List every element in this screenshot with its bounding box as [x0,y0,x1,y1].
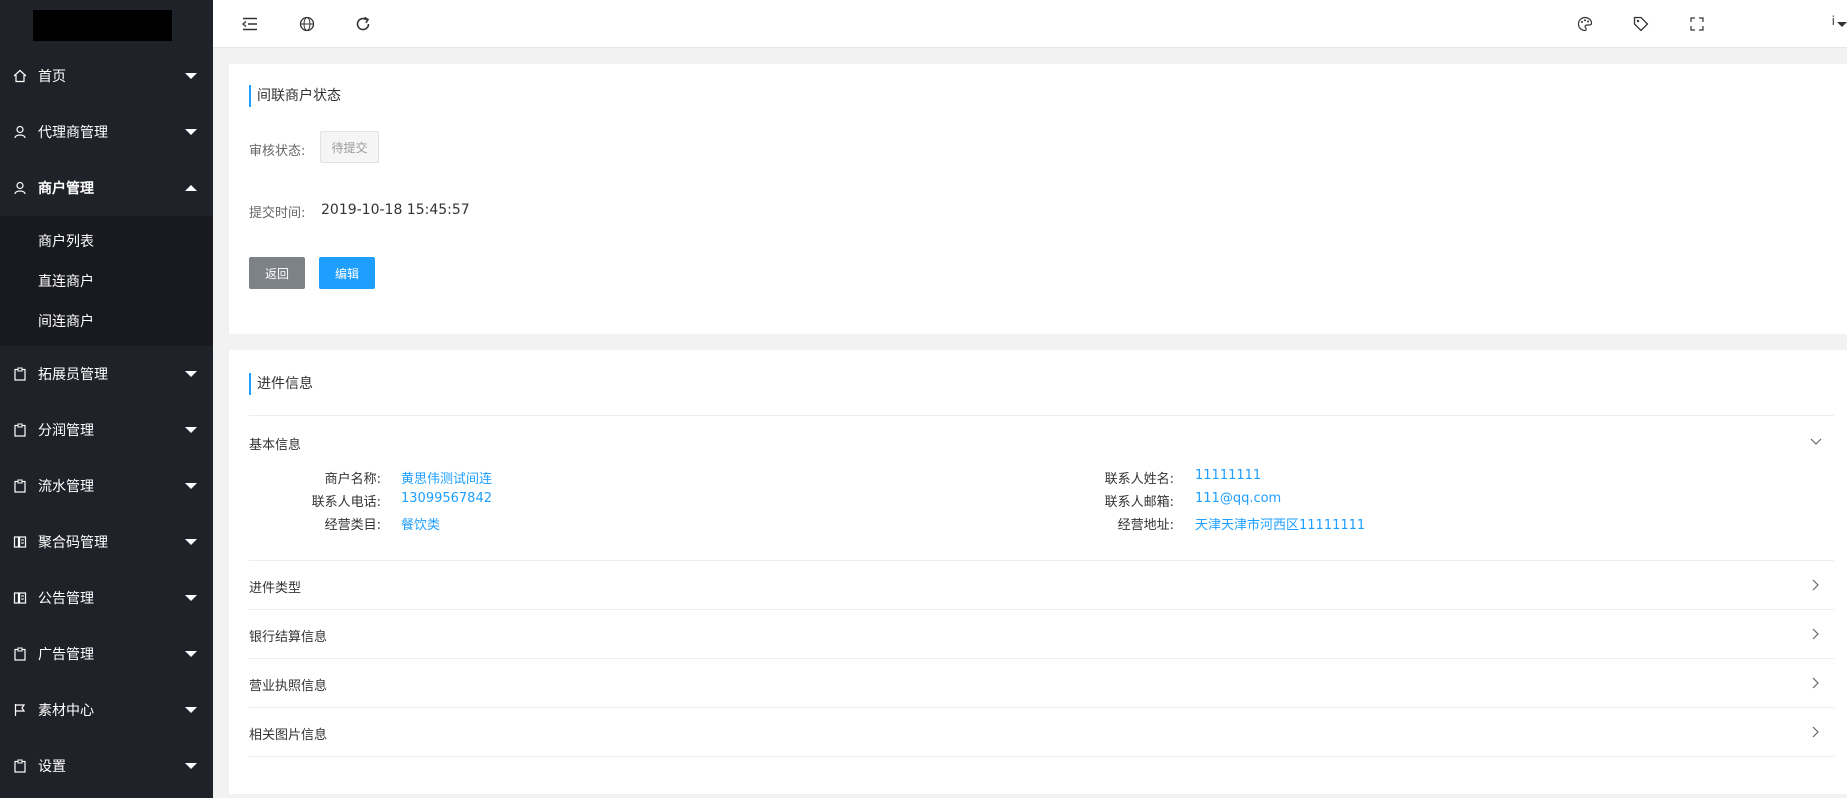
chevron-right-icon [1810,579,1822,591]
sidebar-item-announcement[interactable]: 公告管理 [0,570,213,626]
info-card-title: 进件信息 [249,373,313,395]
chevron-right-icon [1810,677,1822,689]
clipboard-icon [13,367,27,381]
user-icon [13,181,27,195]
submit-time-label: 提交时间: [249,206,306,221]
bank-settlement-section[interactable]: 银行结算信息 [249,609,1834,658]
refresh-icon[interactable] [351,12,375,36]
caret-down-icon [185,763,197,769]
business-category-value: 餐饮类 [401,518,441,533]
contact-email-value: 111@qq.com [1195,491,1282,506]
submenu-item-direct-merchant[interactable]: 直连商户 [0,261,213,301]
caret-down-icon [185,427,197,433]
caret-down-icon [185,595,197,601]
tag-icon[interactable] [1629,12,1653,36]
status-card-title: 间联商户状态 [249,85,341,107]
sidebar-item-agent[interactable]: 代理商管理 [0,104,213,160]
sidebar-item-label: 代理商管理 [38,125,108,141]
related-images-section[interactable]: 相关图片信息 [249,707,1834,757]
logo [33,10,172,41]
menu-collapse-icon[interactable] [238,12,262,36]
caret-up-icon [185,185,197,191]
caret-down-icon [185,371,197,377]
clipboard-icon [13,479,27,493]
section-title: 相关图片信息 [249,728,328,743]
sidebar-item-aggregate-code[interactable]: 聚合码管理 [0,514,213,570]
sidebar-item-settings[interactable]: 设置 [0,738,213,794]
user-icon [13,125,27,139]
sidebar: 首页 代理商管理 商户管理 商户列表 直连商户 间连商户 拓展员管理 分润管理 [0,0,213,798]
sidebar-item-label: 分润管理 [38,423,94,439]
caret-down-icon [185,539,197,545]
user-menu[interactable]: i [1717,8,1847,40]
submenu-label: 商户列表 [38,234,94,250]
chevron-down-icon [1810,436,1822,448]
clipboard-icon [13,647,27,661]
sidebar-item-label: 设置 [38,759,66,775]
business-license-section[interactable]: 营业执照信息 [249,658,1834,707]
sidebar-item-ads[interactable]: 广告管理 [0,626,213,682]
business-address-label: 经营地址: [1117,518,1174,533]
basic-info-section[interactable]: 基本信息 [249,415,1834,560]
audit-status-label: 审核状态: [249,144,306,159]
section-title: 营业执照信息 [249,679,328,694]
sidebar-item-label: 聚合码管理 [38,535,108,551]
sidebar-item-label: 公告管理 [38,591,94,607]
sidebar-item-flow[interactable]: 流水管理 [0,458,213,514]
sidebar-item-label: 首页 [38,69,66,85]
caret-down-icon [185,651,197,657]
flag-icon [13,703,27,717]
sidebar-item-label: 商户管理 [38,181,94,197]
merchant-name-value: 黄思伟测试间连 [401,472,493,487]
theme-palette-icon[interactable] [1573,12,1597,36]
back-button[interactable]: 返回 [249,257,305,289]
home-icon [13,69,27,83]
onboarding-type-section[interactable]: 进件类型 [249,560,1834,609]
sidebar-item-home[interactable]: 首页 [0,48,213,104]
business-address-value: 天津天津市河西区11111111 [1195,518,1366,533]
basic-info-title: 基本信息 [249,438,302,453]
sidebar-item-material[interactable]: 素材中心 [0,682,213,738]
chevron-right-icon [1810,726,1822,738]
status-card [229,64,1847,334]
book-icon [13,591,27,605]
submenu-item-merchant-list[interactable]: 商户列表 [0,221,213,261]
username-text: i [1831,14,1835,28]
sidebar-item-label: 流水管理 [38,479,94,495]
section-title: 银行结算信息 [249,630,328,645]
submit-time-value: 2019-10-18 15:45:57 [321,202,470,218]
chevron-right-icon [1810,628,1822,640]
contact-name-label: 联系人姓名: [1104,472,1174,487]
caret-down-icon [185,707,197,713]
submenu-label: 间连商户 [38,314,94,330]
merchant-submenu: 商户列表 直连商户 间连商户 [0,216,213,346]
clipboard-icon [13,759,27,773]
edit-button[interactable]: 编辑 [319,257,375,289]
caret-down-icon [1837,22,1847,27]
section-title: 进件类型 [249,581,302,596]
book-icon [13,535,27,549]
website-icon[interactable] [295,12,319,36]
sidebar-item-label: 拓展员管理 [38,367,108,383]
sidebar-item-profit[interactable]: 分润管理 [0,402,213,458]
audit-status-badge: 待提交 [320,131,379,163]
clipboard-icon [13,423,27,437]
submenu-label: 直连商户 [38,274,94,290]
caret-down-icon [185,129,197,135]
contact-email-label: 联系人邮箱: [1104,495,1174,510]
sidebar-item-label: 素材中心 [38,703,94,719]
caret-down-icon [185,483,197,489]
sidebar-item-label: 广告管理 [38,647,94,663]
sidebar-item-promoter[interactable]: 拓展员管理 [0,346,213,402]
fullscreen-icon[interactable] [1685,12,1709,36]
sidebar-item-merchant[interactable]: 商户管理 [0,160,213,216]
contact-phone-label: 联系人电话: [311,495,381,510]
merchant-name-label: 商户名称: [324,472,381,487]
business-category-label: 经营类目: [324,518,381,533]
caret-down-icon [185,73,197,79]
submenu-item-indirect-merchant[interactable]: 间连商户 [0,301,213,341]
topbar: i [213,0,1847,48]
contact-name-value: 11111111 [1195,468,1262,483]
contact-phone-value: 13099567842 [401,491,492,506]
